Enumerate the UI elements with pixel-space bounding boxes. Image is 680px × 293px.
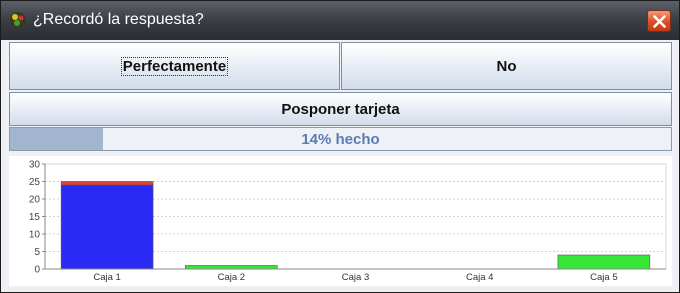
perfectamente-button[interactable]: Perfectamente — [9, 42, 340, 90]
bar-segment — [557, 254, 651, 270]
posponer-tarjeta-button[interactable]: Posponer tarjeta — [9, 92, 672, 126]
progress-bar: 14% hecho — [9, 127, 672, 151]
x-tick-label: Caja 2 — [218, 272, 245, 283]
y-tick-label: 20 — [29, 195, 41, 206]
x-tick-label: Caja 3 — [342, 272, 369, 283]
x-tick-label: Caja 1 — [93, 272, 120, 283]
y-tick-label: 5 — [34, 247, 40, 258]
progress-label: 14% hecho — [301, 130, 380, 148]
y-tick-label: 30 — [29, 160, 41, 171]
posponer-label: Posponer tarjeta — [281, 100, 400, 118]
dialog-window: ¿Recordó la respuesta? Perfectamente No … — [0, 0, 680, 293]
x-tick-label: Caja 5 — [590, 272, 617, 283]
close-icon — [653, 15, 666, 28]
y-tick-label: 0 — [34, 265, 40, 276]
close-button[interactable] — [647, 10, 671, 32]
bar-segment — [60, 184, 154, 270]
y-tick-label: 15 — [29, 212, 41, 223]
dialog-content: Perfectamente No Posponer tarjeta 14% he… — [6, 40, 674, 288]
window-title: ¿Recordó la respuesta? — [33, 11, 204, 28]
y-tick-label: 10 — [29, 230, 41, 241]
x-tick-label: Caja 4 — [466, 272, 493, 283]
no-label: No — [496, 57, 517, 75]
no-button[interactable]: No — [341, 42, 672, 90]
y-tick-label: 25 — [29, 177, 41, 188]
bar-segment — [60, 181, 154, 186]
box-distribution-chart: 0 5 10 15 20 25 30 Caja 1 Caja 2 Caja 3 Caja 4 Caja… — [9, 156, 672, 286]
app-icon — [10, 12, 26, 28]
title-bar[interactable]: ¿Recordó la respuesta? — [1, 1, 679, 40]
bar-segment — [185, 265, 278, 270]
perfectamente-label: Perfectamente — [120, 56, 229, 76]
